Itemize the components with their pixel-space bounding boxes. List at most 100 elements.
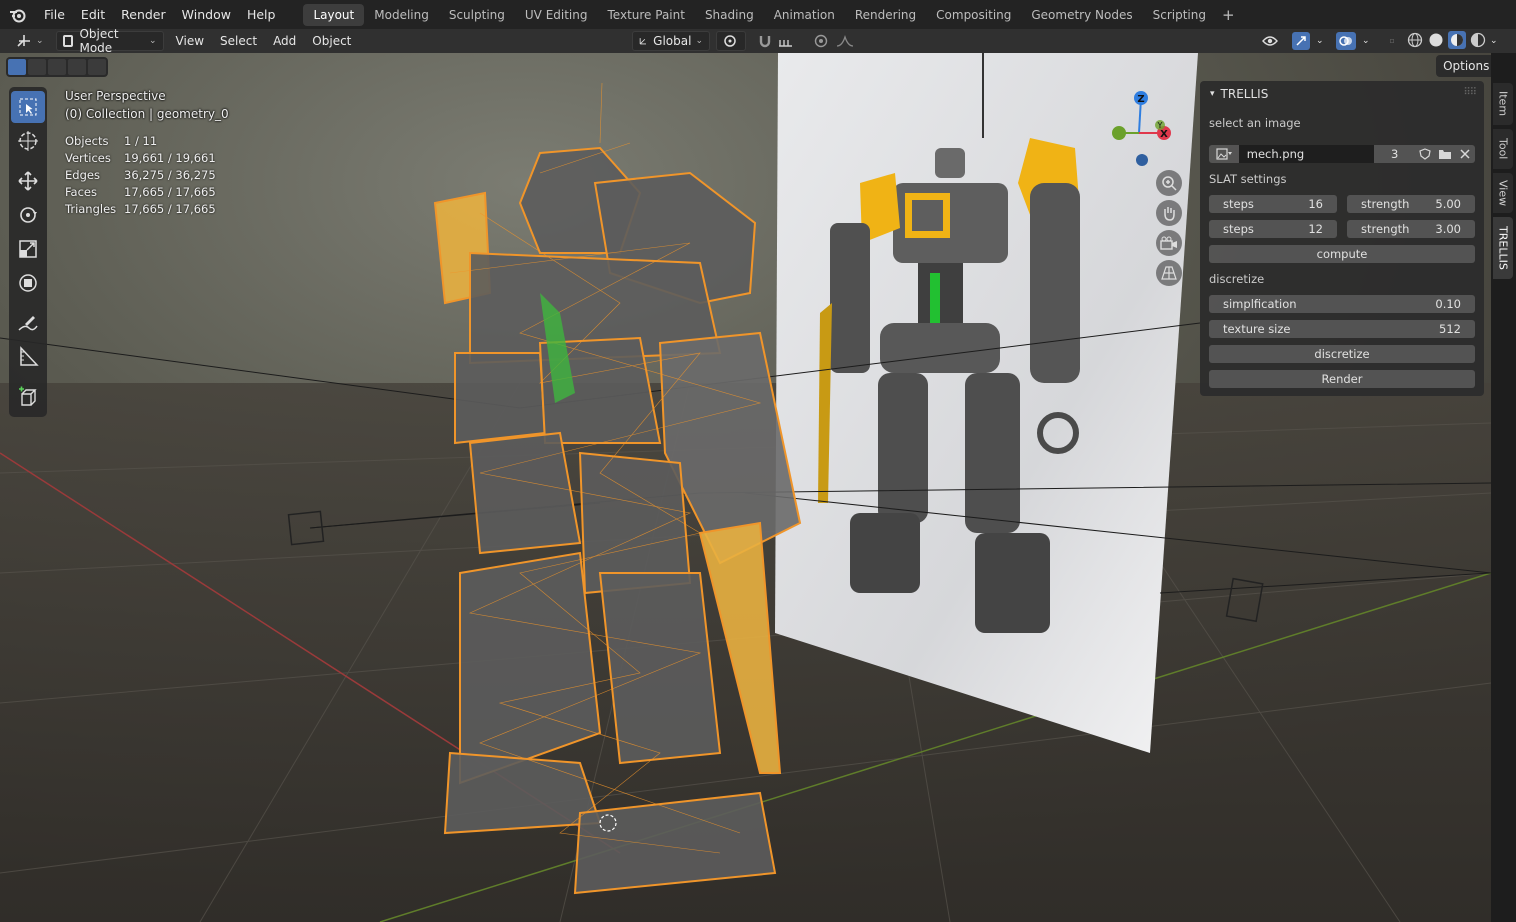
camera-view-button[interactable] (1156, 230, 1182, 256)
eye-icon (1262, 36, 1278, 46)
shading-dropdown[interactable]: ⌄ (1484, 31, 1504, 51)
select-difference-button[interactable] (88, 59, 106, 75)
pivot-icon (724, 35, 736, 47)
select-intersect-button[interactable] (68, 59, 86, 75)
tab-geometry-nodes[interactable]: Geometry Nodes (1021, 4, 1142, 26)
tool-rotate[interactable] (11, 199, 45, 231)
pivot-dropdown[interactable] (716, 31, 746, 51)
svg-text:Y: Y (1157, 121, 1163, 130)
stat-row: Edges 36,275 / 36,275 (65, 168, 216, 182)
gizmo-dropdown[interactable]: ⌄ (1310, 31, 1330, 51)
xray-toggle-button[interactable] (1384, 31, 1400, 51)
overlays-toggle-button[interactable] (1336, 32, 1356, 50)
tab-view[interactable]: View (1493, 173, 1513, 213)
add-cube-icon (19, 386, 37, 406)
stat-row: Objects 1 / 11 (65, 134, 158, 148)
open-image-button[interactable] (1435, 145, 1456, 163)
overlays-icon (1339, 36, 1352, 46)
wireframe-shading-icon[interactable] (1406, 31, 1424, 49)
strength-field-1[interactable]: strength 5.00 (1347, 195, 1475, 213)
material-preview-shading-icon[interactable] (1448, 31, 1466, 49)
solid-shading-icon[interactable] (1427, 31, 1445, 49)
menu-view[interactable]: View (170, 31, 210, 51)
render-button[interactable]: Render (1209, 370, 1475, 388)
options-dropdown[interactable]: Options⌄ (1436, 55, 1491, 77)
proportional-edit-group[interactable] (808, 31, 860, 51)
menu-select[interactable]: Select (214, 31, 263, 51)
strength-field-2[interactable]: strength 3.00 (1347, 220, 1475, 238)
tool-select-box[interactable] (11, 91, 45, 123)
select-new-button[interactable] (8, 59, 26, 75)
blender-logo-icon[interactable] (0, 0, 36, 29)
drag-grip-icon[interactable]: ⠿⠿ (1463, 87, 1477, 98)
tool-measure[interactable] (11, 341, 45, 373)
visibility-dropdown[interactable] (1256, 31, 1286, 51)
select-extend-button[interactable] (28, 59, 46, 75)
viewport-header: ⌄ Object Mode ⌄ View Select Add Object Gl… (0, 27, 1516, 55)
svg-text:Z: Z (1137, 94, 1144, 105)
overlays-dropdown[interactable]: ⌄ (1356, 31, 1376, 51)
panel-header[interactable]: ▾ TRELLIS (1200, 81, 1484, 107)
editor-type-button[interactable]: ⌄ (10, 31, 50, 51)
image-name-field[interactable]: mech.png (1238, 145, 1374, 163)
fake-user-button[interactable] (1415, 145, 1436, 163)
panel-title: TRELLIS (1220, 87, 1269, 101)
steps-field-1[interactable]: steps 16 (1209, 195, 1337, 213)
gizmo-toggle-button[interactable] (1292, 32, 1310, 50)
tool-scale[interactable] (11, 233, 45, 265)
collection-label: (0) Collection | geometry_0 (65, 107, 229, 121)
tab-rendering[interactable]: Rendering (845, 4, 926, 26)
tab-animation[interactable]: Animation (764, 4, 845, 26)
texture-size-field[interactable]: texture size 512 (1209, 320, 1475, 338)
menu-render[interactable]: Render (113, 0, 174, 29)
tab-scripting[interactable]: Scripting (1143, 4, 1216, 26)
measure-icon (20, 346, 39, 366)
transform-orientation-dropdown[interactable]: Global ⌄ (632, 31, 710, 51)
steps-field-2[interactable]: steps 12 (1209, 220, 1337, 238)
pan-view-button[interactable] (1156, 200, 1182, 226)
mode-dropdown[interactable]: Object Mode ⌄ (55, 27, 164, 55)
image-users-count[interactable]: 3 (1373, 145, 1416, 163)
tab-layout[interactable]: Layout (303, 3, 365, 26)
tab-uv-editing[interactable]: UV Editing (515, 4, 598, 26)
tab-sculpting[interactable]: Sculpting (439, 4, 515, 26)
snap-group[interactable] (752, 31, 804, 51)
proportional-editing-icon (814, 34, 828, 48)
add-workspace-button[interactable]: + (1216, 6, 1241, 24)
object-mode-icon (62, 35, 74, 47)
tool-annotate[interactable] (11, 307, 45, 339)
menu-object[interactable]: Object (306, 31, 357, 51)
simplification-field[interactable]: simplfication 0.10 (1209, 295, 1475, 313)
image-browse-button[interactable] (1209, 145, 1239, 163)
tab-trellis[interactable]: TRELLIS (1493, 217, 1513, 279)
menu-window[interactable]: Window (174, 0, 239, 29)
3d-viewport[interactable]: User Perspective (0) Collection | geomet… (0, 53, 1491, 922)
menu-add[interactable]: Add (267, 31, 302, 51)
zoom-view-button[interactable] (1156, 170, 1182, 196)
collapse-chevron-icon[interactable]: ▾ (1210, 89, 1215, 99)
tab-shading[interactable]: Shading (695, 4, 764, 26)
tool-transform[interactable] (11, 267, 45, 299)
svg-text:X: X (1160, 129, 1168, 140)
menu-edit[interactable]: Edit (73, 0, 113, 29)
grid-perspective-icon (1161, 266, 1177, 280)
perspective-toggle-button[interactable] (1156, 260, 1182, 286)
navigation-gizmo[interactable]: Z X Y (1104, 87, 1174, 167)
menu-file[interactable]: File (36, 0, 73, 29)
discretize-button[interactable]: discretize (1209, 345, 1475, 363)
tab-compositing[interactable]: Compositing (926, 4, 1021, 26)
tab-texture-paint[interactable]: Texture Paint (598, 4, 695, 26)
tab-tool[interactable]: Tool (1493, 129, 1513, 169)
tab-modeling[interactable]: Modeling (364, 4, 439, 26)
snap-increment-icon (779, 40, 792, 47)
stat-row: Triangles 17,665 / 17,665 (65, 202, 216, 216)
tool-cursor[interactable] (11, 125, 45, 157)
image-icon (1216, 148, 1232, 160)
select-subtract-button[interactable] (48, 59, 66, 75)
menu-help[interactable]: Help (239, 0, 284, 29)
tab-item[interactable]: Item (1493, 83, 1513, 125)
tool-add-cube[interactable] (11, 381, 45, 413)
unlink-image-button[interactable] (1455, 145, 1475, 163)
tool-move[interactable] (11, 165, 45, 197)
compute-button[interactable]: compute (1209, 245, 1475, 263)
